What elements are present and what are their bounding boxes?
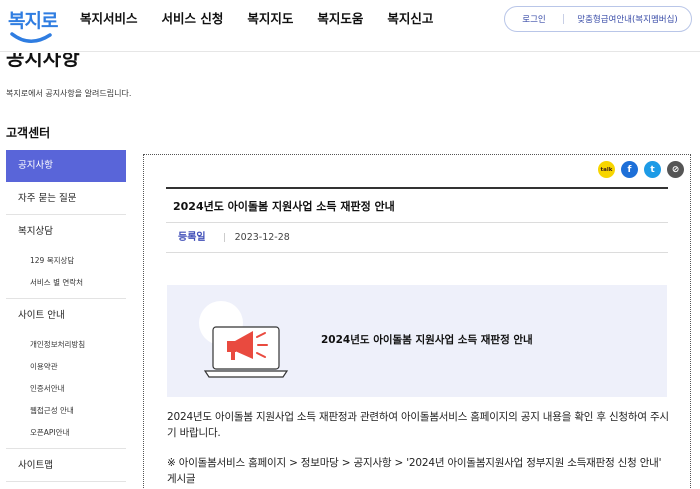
meta-divider — [223, 233, 225, 242]
link-glyph: ⊘ — [671, 164, 680, 175]
kakaotalk-glyph: talk — [600, 166, 613, 173]
util-menu: 로그인 맞춤형급여안내(복지멤버십) — [504, 6, 692, 32]
facebook-share-icon[interactable]: f — [621, 161, 638, 178]
twitter-glyph: t — [650, 164, 655, 175]
site-header: 복지로 복지서비스 서비스 신청 복지지도 복지도움 복지신고 로그인 맞춤형급… — [0, 0, 700, 52]
sidebar-item-faq[interactable]: 자주 묻는 질문 — [6, 182, 126, 215]
page-title: 공지사항 — [6, 53, 80, 75]
megaphone-laptop-icon — [199, 301, 289, 378]
notice-meta: 등록일 2023-12-28 — [166, 223, 668, 253]
sidebar-sub-privacy[interactable]: 개인정보처리방침 — [6, 334, 126, 356]
date-label: 등록일 — [178, 231, 206, 243]
custom-benefit-link[interactable]: 맞춤형급여안내(복지멤버십) — [564, 13, 691, 25]
logo[interactable]: 복지로 — [6, 2, 60, 50]
sidebar-item-consult[interactable]: 복지상담 — [6, 215, 126, 248]
sidebar-item-notice[interactable]: 공지사항 — [6, 150, 126, 182]
site-guide-submenu: 개인정보처리방침 이용약관 인증서안내 웹접근성 안내 오픈API안내 — [6, 332, 126, 449]
notice-banner: 2024년도 아이돌봄 지원사업 소득 재판정 안내 — [167, 285, 667, 397]
notice-paragraph-1: 2024년도 아이돌봄 지원사업 소득 재판정과 관련하여 아이돌봄서비스 홈페… — [167, 411, 669, 439]
notice-body: 2024년도 아이돌봄 지원사업 소득 재판정과 관련하여 아이돌봄서비스 홈페… — [167, 409, 671, 489]
notice-title: 2024년도 아이돌봄 지원사업 소득 재판정 안내 — [166, 189, 668, 223]
sidebar-sub-open-api[interactable]: 오픈API안내 — [6, 422, 126, 444]
notice-paragraph-2: ※ 아이돌봄서비스 홈페이지 > 정보마당 > 공지사항 > '2024년 아이… — [167, 457, 662, 485]
logo-smile-icon — [10, 32, 52, 43]
main-nav: 복지서비스 서비스 신청 복지지도 복지도움 복지신고 — [80, 10, 457, 30]
logo-text: 복지로 — [8, 10, 58, 32]
sidebar-item-site-guide[interactable]: 사이트 안내 — [6, 299, 126, 332]
copy-link-icon[interactable]: ⊘ — [667, 161, 684, 178]
login-link[interactable]: 로그인 — [505, 13, 563, 25]
nav-service-apply[interactable]: 서비스 신청 — [162, 10, 224, 30]
consult-submenu: 129 복지상담 서비스 별 연락처 — [6, 248, 126, 299]
notice-content: talk f t ⊘ 2024년도 아이돌봄 지원사업 소득 재판정 안내 등록… — [143, 154, 691, 489]
nav-welfare-map[interactable]: 복지지도 — [247, 10, 293, 30]
sidebar-sub-accessibility[interactable]: 웹접근성 안내 — [6, 400, 126, 422]
banner-title: 2024년도 아이돌봄 지원사업 소득 재판정 안내 — [321, 334, 533, 346]
nav-welfare-help[interactable]: 복지도움 — [317, 10, 363, 30]
twitter-share-icon[interactable]: t — [644, 161, 661, 178]
kakaotalk-share-icon[interactable]: talk — [598, 161, 615, 178]
facebook-glyph: f — [627, 164, 632, 175]
page-description: 복지로에서 공지사항을 알려드립니다. — [6, 89, 132, 98]
sidebar-sub-certificate[interactable]: 인증서안내 — [6, 378, 126, 400]
board-header: 2024년도 아이돌봄 지원사업 소득 재판정 안내 등록일 2023-12-2… — [166, 187, 668, 253]
side-nav: 공지사항 자주 묻는 질문 복지상담 129 복지상담 서비스 별 연락처 사이… — [6, 150, 126, 482]
sidebar-sub-service-contacts[interactable]: 서비스 별 연락처 — [6, 272, 126, 294]
share-buttons: talk f t ⊘ — [592, 161, 684, 178]
notice-date: 2023-12-28 — [234, 231, 290, 243]
page-title-text: 공지사항 — [6, 53, 80, 70]
nav-welfare-report[interactable]: 복지신고 — [387, 10, 433, 30]
sidebar-sub-129-consult[interactable]: 129 복지상담 — [6, 250, 126, 272]
lnb-title: 고객센터 — [6, 126, 51, 140]
sidebar-sub-terms[interactable]: 이용약관 — [6, 356, 126, 378]
nav-welfare-service[interactable]: 복지서비스 — [80, 10, 138, 30]
sidebar-item-sitemap[interactable]: 사이트맵 — [6, 449, 126, 482]
